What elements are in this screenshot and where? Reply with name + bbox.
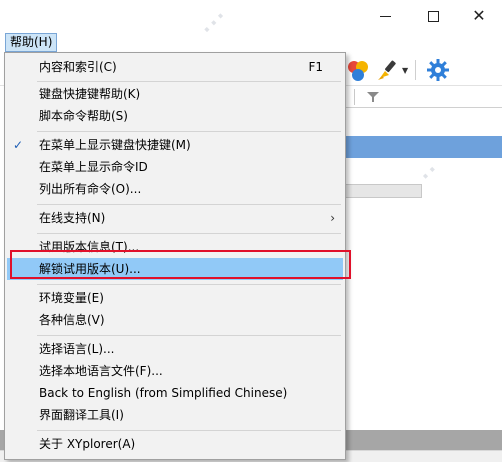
menu-item-label: 环境变量(E) [39, 291, 104, 305]
menu-item-environment-variables[interactable]: 环境变量(E) [7, 287, 343, 309]
selected-row[interactable] [340, 136, 502, 158]
menu-item-contents[interactable]: 内容和索引(C) F1 [7, 56, 343, 78]
menu-separator [37, 335, 341, 336]
minimize-button[interactable] [362, 0, 408, 32]
menu-item-online-support[interactable]: 在线支持(N) › [7, 207, 343, 229]
toolbar-divider [415, 60, 416, 80]
menu-item-label: 键盘快捷键帮助(K) [39, 87, 141, 101]
chevron-down-icon[interactable]: ▼ [402, 66, 408, 75]
menu-item-shortcut: F1 [308, 60, 323, 74]
menu-item-about[interactable]: 关于 XYplorer(A) [7, 433, 343, 455]
menu-item-label: 关于 XYplorer(A) [39, 437, 136, 451]
menu-separator [37, 430, 341, 431]
title-bar: ✕ [0, 0, 502, 32]
close-icon: ✕ [472, 6, 486, 25]
menu-item-list-commands[interactable]: 列出所有命令(O)... [7, 178, 343, 200]
menu-item-translation-tool[interactable]: 界面翻译工具(I) [7, 404, 343, 426]
menu-item-select-language[interactable]: 选择语言(L)... [7, 338, 343, 360]
filter-separator [354, 89, 355, 105]
menu-separator [37, 284, 341, 285]
close-button[interactable]: ✕ [456, 0, 502, 32]
brush-icon[interactable] [376, 58, 400, 82]
menu-separator [37, 81, 341, 82]
menu-item-label: 界面翻译工具(I) [39, 408, 124, 422]
color-balls-icon[interactable] [346, 58, 370, 82]
menu-separator [37, 204, 341, 205]
menu-item-script-help[interactable]: 脚本命令帮助(S) [7, 105, 343, 127]
chevron-right-icon: › [330, 211, 335, 225]
menu-item-label: 在菜单上显示键盘快捷键(M) [39, 138, 191, 152]
menu-item-back-to-english[interactable]: Back to English (from Simplified Chinese… [7, 382, 343, 404]
menu-item-keyboard-help[interactable]: 键盘快捷键帮助(K) [7, 83, 343, 105]
menu-item-label: 在菜单上显示命令ID [39, 160, 148, 174]
menu-item-show-command-id[interactable]: 在菜单上显示命令ID [7, 156, 343, 178]
filter-icon[interactable] [366, 91, 380, 103]
menu-item-label: 列出所有命令(O)... [39, 182, 142, 196]
menu-item-label: Back to English (from Simplified Chinese… [39, 386, 288, 400]
watermark: ·· [414, 156, 445, 188]
menu-separator [37, 233, 341, 234]
progress-field [340, 184, 422, 198]
menu-item-label: 在线支持(N) [39, 211, 106, 225]
menu-item-select-language-file[interactable]: 选择本地语言文件(F)... [7, 360, 343, 382]
gear-icon[interactable] [426, 58, 450, 82]
menu-item-various-info[interactable]: 各种信息(V) [7, 309, 343, 331]
menu-item-label: 内容和索引(C) [39, 60, 117, 74]
filter-bar [340, 86, 502, 108]
menu-help[interactable]: 帮助(H) [5, 33, 58, 52]
annotation-highlight-box [10, 250, 351, 279]
menu-item-show-shortcuts[interactable]: ✓ 在菜单上显示键盘快捷键(M) [7, 134, 343, 156]
menu-item-label: 选择语言(L)... [39, 342, 115, 356]
minimize-icon [379, 15, 391, 17]
maximize-button[interactable] [410, 0, 456, 32]
check-icon: ✓ [13, 138, 24, 152]
menu-item-label: 脚本命令帮助(S) [39, 109, 128, 123]
menu-item-label: 各种信息(V) [39, 313, 105, 327]
menu-bar: 帮助(H) [0, 32, 502, 52]
maximize-icon [427, 10, 439, 22]
menu-item-label: 选择本地语言文件(F)... [39, 364, 163, 378]
menu-separator [37, 131, 341, 132]
